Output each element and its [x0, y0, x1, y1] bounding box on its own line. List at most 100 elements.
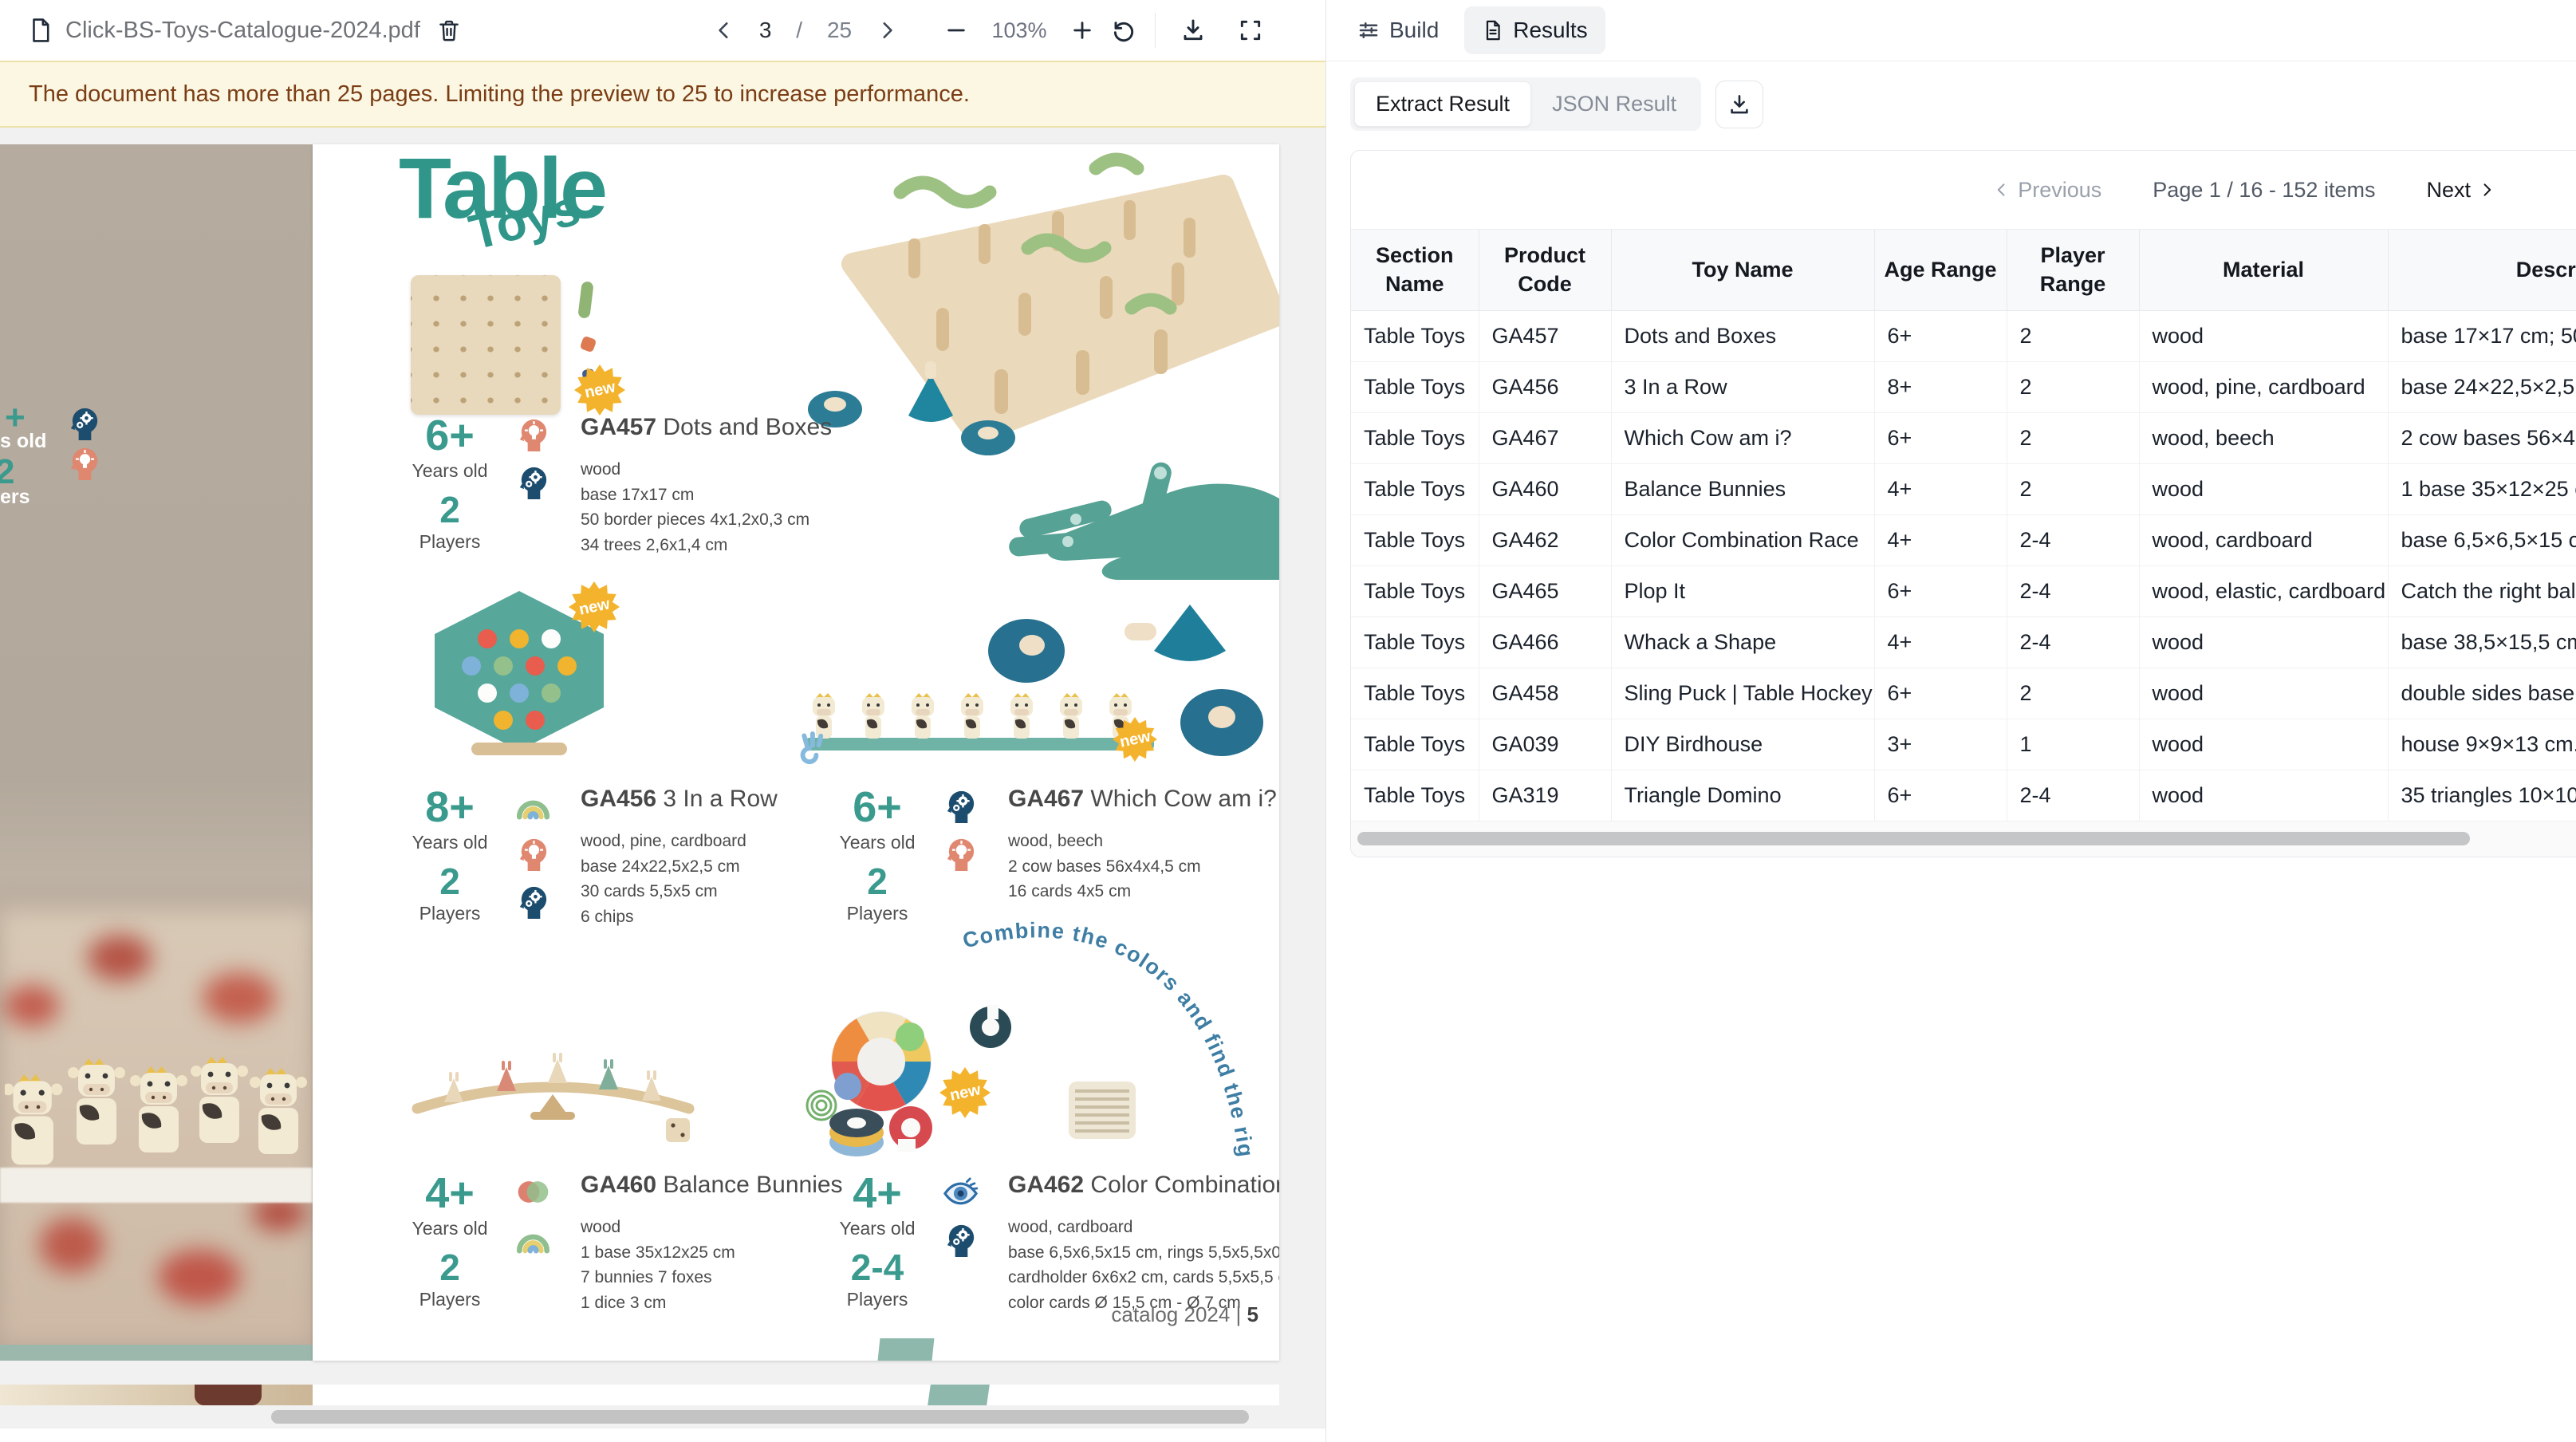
- table-cell: GA467: [1479, 412, 1611, 463]
- table-cell: 6+: [1874, 770, 2007, 821]
- table-cell: wood, elastic, cardboard: [2139, 565, 2388, 617]
- table-row: Table ToysGA467Which Cow am i?6+2wood, b…: [1351, 412, 2576, 463]
- table-horizontal-scrollbar[interactable]: [1351, 821, 2576, 857]
- extract-result-tab[interactable]: Extract Result: [1354, 81, 1531, 127]
- logic-head-icon: [65, 404, 103, 442]
- next-page-photo-detail: [195, 1385, 262, 1405]
- age-value: 6+: [833, 786, 922, 829]
- product-title: GA457 Dots and Boxes: [581, 414, 832, 441]
- product-info-ga462: 4+Years old2-4PlayersGA462 Color Combina…: [833, 1172, 1279, 1315]
- previous-results-button[interactable]: Previous: [1989, 177, 2106, 203]
- page-separator: /: [796, 18, 802, 43]
- logic-head-icon: [942, 787, 979, 825]
- results-tab[interactable]: Results: [1464, 6, 1605, 54]
- logic-head-icon: [942, 1221, 979, 1259]
- product-code: GA462: [1008, 1172, 1084, 1198]
- zoom-in-button[interactable]: [1071, 19, 1093, 41]
- column-header: Toy Name: [1611, 230, 1874, 311]
- table-header-row: Section NameProduct CodeToy NameAge Rang…: [1351, 230, 2576, 311]
- next-page-photo: [0, 1385, 313, 1405]
- product-title: GA456 3 In a Row: [581, 786, 778, 813]
- table-cell: 2-4: [2007, 565, 2139, 617]
- table-cell: 2: [2007, 668, 2139, 719]
- prev-page-age-suffix: s old: [0, 430, 46, 453]
- next-page-button[interactable]: [876, 20, 897, 41]
- product-detail-line: base 6,5x6,5x15 cm, rings 5,5x5,5x0,5 mm: [1008, 1240, 1279, 1266]
- toolbar-divider: [1155, 13, 1156, 48]
- players-label: Players: [405, 903, 494, 924]
- players-value: 2: [405, 491, 494, 528]
- skill-icons-column: [922, 786, 998, 873]
- table-row: Table ToysGA466Whack a Shape4+2-4woodbas…: [1351, 617, 2576, 668]
- table-cell: Table Toys: [1351, 514, 1479, 565]
- results-header: Build Results: [1326, 0, 2576, 61]
- table-cell: 8+: [1874, 361, 2007, 412]
- table-cell: wood, cardboard: [2139, 514, 2388, 565]
- next-page-partial: [0, 1385, 1279, 1405]
- download-results-button[interactable]: [1715, 81, 1763, 128]
- previous-page-partial: + s old 2 ers: [0, 144, 313, 1361]
- column-header: Age Range: [1874, 230, 2007, 311]
- app-window: Click-BS-Toys-Catalogue-2024.pdf 3 / 25: [0, 0, 2576, 1442]
- product-detail-line: 50 border pieces 4x1,2x0,3 cm: [581, 507, 832, 533]
- results-table-wrap: Section NameProduct CodeToy NameAge Rang…: [1351, 229, 2576, 821]
- rainbow-icon: [514, 787, 552, 825]
- players-value: 2-4: [833, 1249, 922, 1286]
- build-tab[interactable]: Build: [1352, 10, 1444, 51]
- table-row: Table ToysGA039DIY Birdhouse3+1woodhouse…: [1351, 719, 2576, 770]
- download-pdf-button[interactable]: [1180, 18, 1206, 43]
- table-cell: base 38,5×15,5 cm,: [2388, 617, 2576, 668]
- table-cell: 2-4: [2007, 617, 2139, 668]
- next-page-teal-shape: [928, 1385, 990, 1405]
- age-label: Years old: [405, 832, 494, 853]
- prev-page-players-suffix: ers: [0, 486, 30, 509]
- pdf-scroll-area[interactable]: + s old 2 ers Table Toys: [0, 128, 1325, 1442]
- product-detail-line: base 24x22,5x2,5 cm: [581, 854, 778, 880]
- product-text-column: GA460 Balance Bunnieswood1 base 35x12x25…: [571, 1172, 843, 1315]
- fullscreen-button[interactable]: [1238, 18, 1263, 43]
- zoom-level: 103%: [985, 18, 1054, 43]
- previous-page-button[interactable]: [714, 20, 735, 41]
- age-label: Years old: [405, 460, 494, 482]
- table-cell: GA460: [1479, 463, 1611, 514]
- product-image-balance-bunnies: [403, 1032, 703, 1150]
- players-label: Players: [405, 1289, 494, 1310]
- product-text-column: GA457 Dots and Boxeswoodbase 17x17 cm50 …: [571, 414, 832, 557]
- page-bottom-graphic: [878, 1338, 935, 1361]
- chevron-right-icon: [2479, 179, 2495, 200]
- delete-file-button[interactable]: [436, 18, 462, 43]
- table-cell: 1: [2007, 719, 2139, 770]
- table-cell: Sling Puck | Table Hockey: [1611, 668, 1874, 719]
- idea-head-icon: [514, 416, 552, 453]
- table-row: Table ToysGA457Dots and Boxes6+2woodbase…: [1351, 310, 2576, 361]
- cow-figurines-photo: [5, 974, 311, 1173]
- skill-icons-column: [494, 414, 571, 501]
- ok-hand-icon: [794, 730, 832, 767]
- hand-illustration: [908, 460, 1279, 580]
- product-detail-line: 34 trees 2,6x1,4 cm: [581, 533, 832, 558]
- results-pagination: Previous Page 1 / 16 - 152 items Next: [1351, 151, 2576, 229]
- pdf-horizontal-scrollbar-thumb[interactable]: [271, 1410, 1249, 1424]
- result-view-switcher: Extract Result JSON Result: [1326, 61, 2576, 131]
- age-players-column: 4+Years old2-4Players: [833, 1172, 922, 1310]
- table-horizontal-scrollbar-thumb[interactable]: [1357, 832, 2470, 845]
- table-cell: 2: [2007, 412, 2139, 463]
- table-row: Table ToysGA462Color Combination Race4+2…: [1351, 514, 2576, 565]
- table-cell: Plop It: [1611, 565, 1874, 617]
- table-cell: base 24×22,5×2,5 c: [2388, 361, 2576, 412]
- table-cell: 6+: [1874, 310, 2007, 361]
- file-icon: [27, 17, 54, 44]
- table-cell: Table Toys: [1351, 361, 1479, 412]
- product-detail-line: wood, beech: [1008, 829, 1277, 854]
- zoom-out-button[interactable]: [945, 19, 967, 41]
- reset-rotate-button[interactable]: [1111, 18, 1136, 43]
- json-result-tab[interactable]: JSON Result: [1531, 81, 1697, 127]
- game-piece: [577, 281, 593, 318]
- results-card: Previous Page 1 / 16 - 152 items Next: [1350, 150, 2576, 857]
- players-label: Players: [833, 1289, 922, 1310]
- table-cell: Catch the right balls: [2388, 565, 2576, 617]
- next-results-button[interactable]: Next: [2421, 177, 2499, 203]
- product-image-dots-and-boxes: new: [411, 275, 622, 415]
- pdf-horizontal-scrollbar[interactable]: [0, 1405, 1325, 1428]
- table-cell: 4+: [1874, 463, 2007, 514]
